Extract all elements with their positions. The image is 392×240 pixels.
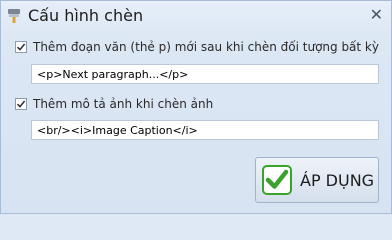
paragraph-template-input[interactable] [31,64,379,84]
title-bar: Cấu hình chèn ✕ [1,1,391,31]
option-add-caption[interactable]: Thêm mô tả ảnh khi chèn ảnh [15,96,213,112]
dialog-title: Cấu hình chèn [28,6,144,25]
brush-icon [7,8,21,24]
option-add-paragraph[interactable]: Thêm đoạn văn (thẻ p) mới sau khi chèn đ… [15,39,379,55]
apply-button[interactable]: ÁP DỤNG [255,157,379,203]
add-caption-checkbox[interactable] [15,98,27,110]
add-paragraph-label: Thêm đoạn văn (thẻ p) mới sau khi chèn đ… [33,40,379,54]
apply-button-label: ÁP DỤNG [300,170,375,190]
config-dialog: Cấu hình chèn ✕ Thêm đoạn văn (thẻ p) mớ… [0,0,392,214]
checkmark-icon [262,165,292,195]
close-icon[interactable]: ✕ [370,7,383,23]
add-paragraph-checkbox[interactable] [15,41,27,53]
caption-template-input[interactable] [31,120,379,140]
add-caption-label: Thêm mô tả ảnh khi chèn ảnh [33,97,214,111]
